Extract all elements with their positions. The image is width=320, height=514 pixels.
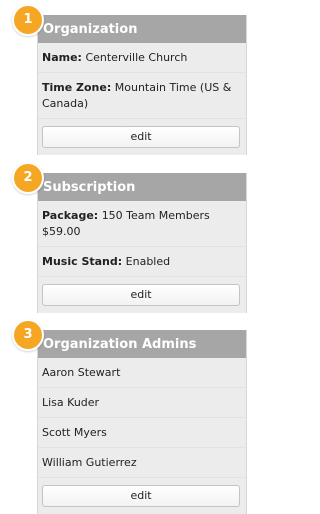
admin-list-item: William Gutierrez [38, 448, 246, 478]
organization-panel: Organization Name: Centerville Church Ti… [37, 15, 247, 155]
organization-edit-button[interactable]: edit [42, 126, 240, 148]
admins-header: Organization Admins [38, 330, 246, 358]
subscription-package-row: Package: 150 Team Members $59.00 [38, 201, 246, 247]
admins-edit-button[interactable]: edit [42, 485, 240, 507]
organization-timezone-row: Time Zone: Mountain Time (US & Canada) [38, 73, 246, 119]
subscription-edit-button[interactable]: edit [42, 284, 240, 306]
admin-list-item: Lisa Kuder [38, 388, 246, 418]
package-price: $59.00 [42, 225, 81, 238]
organization-edit-wrap: edit [38, 119, 246, 155]
organization-header: Organization [38, 15, 246, 43]
timezone-label: Time Zone: [42, 81, 112, 94]
admin-list-item: Aaron Stewart [38, 358, 246, 388]
subscription-panel: Subscription Package: 150 Team Members $… [37, 173, 247, 313]
organization-name-row: Name: Centerville Church [38, 43, 246, 73]
step-badge-1: 1 [12, 4, 44, 36]
music-stand-value: Enabled [125, 255, 171, 268]
subscription-edit-wrap: edit [38, 277, 246, 313]
subscription-header: Subscription [38, 173, 246, 201]
music-stand-label: Music Stand: [42, 255, 123, 268]
package-label: Package: [42, 209, 99, 222]
step-badge-3: 3 [12, 319, 44, 351]
step-badge-2: 2 [12, 162, 44, 194]
admin-list-item: Scott Myers [38, 418, 246, 448]
subscription-music-stand-row: Music Stand: Enabled [38, 247, 246, 277]
admins-edit-wrap: edit [38, 478, 246, 514]
package-value: 150 Team Members [101, 209, 210, 222]
admins-panel: Organization Admins Aaron Stewart Lisa K… [37, 330, 247, 514]
name-label: Name: [42, 51, 82, 64]
name-value: Centerville Church [85, 51, 188, 64]
